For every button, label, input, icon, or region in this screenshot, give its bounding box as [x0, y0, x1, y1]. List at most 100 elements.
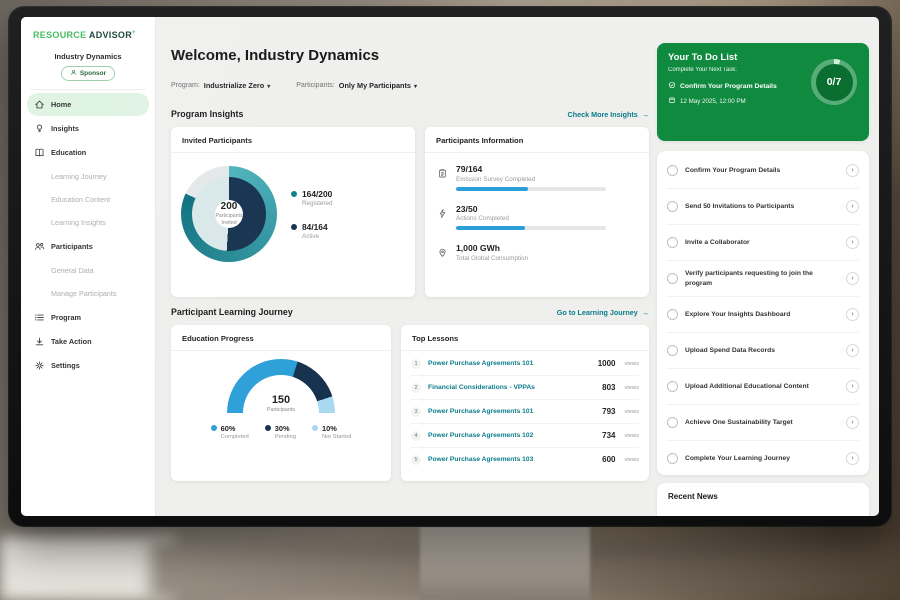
task-checkbox[interactable]	[667, 417, 678, 428]
education-progress-card: Education Progress 150 Participants 60%	[171, 325, 391, 481]
chevron-right-icon[interactable]: ›	[846, 344, 859, 357]
chevron-down-icon: ▾	[267, 84, 270, 90]
task-checkbox[interactable]	[667, 345, 678, 356]
sponsor-badge: Sponsor	[61, 66, 115, 81]
page-title: Welcome, Industry Dynamics	[171, 47, 379, 64]
task-row[interactable]: Send 50 Invitations to Participants ›	[667, 189, 859, 225]
people-icon	[34, 241, 45, 252]
lesson-link[interactable]: Power Purchase Agreements 101	[428, 360, 591, 367]
task-checkbox[interactable]	[667, 201, 678, 212]
legend-label: Active	[302, 233, 328, 240]
lesson-link[interactable]: Power Purchase Agreements 102	[428, 432, 595, 439]
check-circle-icon	[668, 81, 676, 91]
lesson-rank: 2	[411, 383, 421, 393]
location-pin-icon	[437, 245, 448, 256]
lesson-link[interactable]: Financial Considerations - VPPAs	[428, 384, 595, 391]
chevron-right-icon[interactable]: ›	[846, 380, 859, 393]
gauge-center: 150 Participants	[227, 395, 335, 413]
sidebar-item-take-action[interactable]: Take Action	[27, 330, 149, 353]
sidebar-item-manage-participants[interactable]: Manage Participants	[21, 282, 155, 305]
education-gauge-chart: 150 Participants	[227, 359, 335, 413]
invited-count-label: Participants Invited	[208, 213, 250, 227]
top-lessons-list: 1 Power Purchase Agreements 101 1000 vie…	[401, 351, 649, 472]
task-row[interactable]: Explore Your Insights Dashboard ›	[667, 297, 859, 333]
task-row[interactable]: Complete Your Learning Journey ›	[667, 441, 859, 475]
chevron-right-icon[interactable]: ›	[846, 416, 859, 429]
program-filter: Program: Industrialize Zero▾	[171, 81, 270, 90]
progress-bar	[456, 226, 606, 230]
sidebar-item-label: Insights	[51, 124, 79, 133]
sidebar-item-label: Participants	[51, 242, 93, 251]
task-row[interactable]: Confirm Your Program Details ›	[667, 153, 859, 189]
sidebar-item-education-content[interactable]: Education Content	[21, 188, 155, 211]
sidebar-item-participants[interactable]: Participants	[27, 235, 149, 258]
legend-label: Registered	[302, 200, 332, 207]
card-title: Participants Information	[425, 127, 649, 153]
sidebar-item-home[interactable]: Home	[27, 93, 149, 116]
sidebar-item-learning-insights[interactable]: Learning Insights	[21, 211, 155, 234]
program-insights-section-header: Program Insights Check More Insights→	[171, 109, 649, 119]
arrow-right-icon: →	[642, 308, 649, 317]
app-window: RESOURCE ADVISOR+ Industry Dynamics Spon…	[21, 17, 879, 516]
participants-filter-label: Participants:	[296, 82, 335, 89]
task-row[interactable]: Invite a Collaborator ›	[667, 225, 859, 261]
stat-label: Emission Survey Completed	[456, 176, 606, 183]
legend-item-active: 84/164 Active	[291, 222, 332, 240]
education-legend: 60% Completed 30% Pending	[211, 424, 352, 440]
sidebar-item-label: Take Action	[51, 337, 92, 346]
gauge-value: 150	[227, 395, 335, 406]
task-checkbox[interactable]	[667, 453, 678, 464]
task-row[interactable]: Verify participants requesting to join t…	[667, 261, 859, 297]
task-checkbox[interactable]	[667, 309, 678, 320]
task-checkbox[interactable]	[667, 165, 678, 176]
monitor-stand	[420, 526, 590, 600]
lesson-views-unit: views	[625, 457, 640, 463]
program-filter-label: Program:	[171, 82, 200, 89]
task-label: Explore Your Insights Dashboard	[685, 310, 839, 319]
check-more-insights-link[interactable]: Check More Insights→	[568, 110, 649, 119]
legend-dot	[291, 224, 297, 230]
task-checkbox[interactable]	[667, 237, 678, 248]
sidebar-item-general-data[interactable]: General Data	[21, 259, 155, 282]
desk-surface	[0, 536, 175, 600]
lesson-link[interactable]: Power Purchase Agreements 101	[428, 408, 595, 415]
sidebar-item-program[interactable]: Program	[27, 306, 149, 329]
task-row[interactable]: Upload Additional Educational Content ›	[667, 369, 859, 405]
go-to-learning-journey-link[interactable]: Go to Learning Journey→	[557, 308, 649, 317]
sidebar-item-education[interactable]: Education	[27, 141, 149, 164]
app-logo: RESOURCE ADVISOR+	[33, 30, 155, 40]
task-checkbox[interactable]	[667, 381, 678, 392]
lesson-row: 5 Power Purchase Agreements 103 600 view…	[411, 448, 639, 471]
lesson-views: 793	[602, 407, 615, 416]
calendar-icon	[668, 96, 676, 106]
chevron-right-icon[interactable]: ›	[846, 272, 859, 285]
sidebar-item-insights[interactable]: Insights	[27, 117, 149, 140]
clipboard-icon	[437, 166, 448, 177]
legend-dot	[312, 425, 318, 431]
education-chart-body: 150 Participants 60% Completed	[171, 351, 391, 440]
card-title: Invited Participants	[171, 127, 415, 153]
chevron-right-icon[interactable]: ›	[846, 164, 859, 177]
task-label: Upload Spend Data Records	[685, 346, 839, 355]
filters-bar: Program: Industrialize Zero▾ Participant…	[171, 81, 417, 90]
participants-dropdown[interactable]: Only My Participants▾	[339, 81, 417, 90]
program-dropdown[interactable]: Industrialize Zero▾	[204, 81, 270, 90]
task-label: Invite a Collaborator	[685, 238, 839, 247]
task-row[interactable]: Upload Spend Data Records ›	[667, 333, 859, 369]
chevron-right-icon[interactable]: ›	[846, 452, 859, 465]
download-icon	[34, 336, 45, 347]
logo-plus: +	[132, 30, 136, 36]
invited-participants-card: Invited Participants 200 Participants In…	[171, 127, 415, 297]
chevron-right-icon[interactable]: ›	[846, 308, 859, 321]
lesson-views-unit: views	[625, 409, 640, 415]
card-title: Top Lessons	[401, 325, 649, 351]
task-row[interactable]: Achieve One Sustainability Target ›	[667, 405, 859, 441]
chevron-right-icon[interactable]: ›	[846, 236, 859, 249]
legend-item-pending: 30% Pending	[265, 424, 296, 440]
task-checkbox[interactable]	[667, 273, 678, 284]
invited-count: 200	[221, 201, 238, 212]
chevron-right-icon[interactable]: ›	[846, 200, 859, 213]
sidebar-item-learning-journey[interactable]: Learning Journey	[21, 165, 155, 188]
lesson-link[interactable]: Power Purchase Agreements 103	[428, 456, 595, 463]
sidebar-item-settings[interactable]: Settings	[27, 354, 149, 377]
